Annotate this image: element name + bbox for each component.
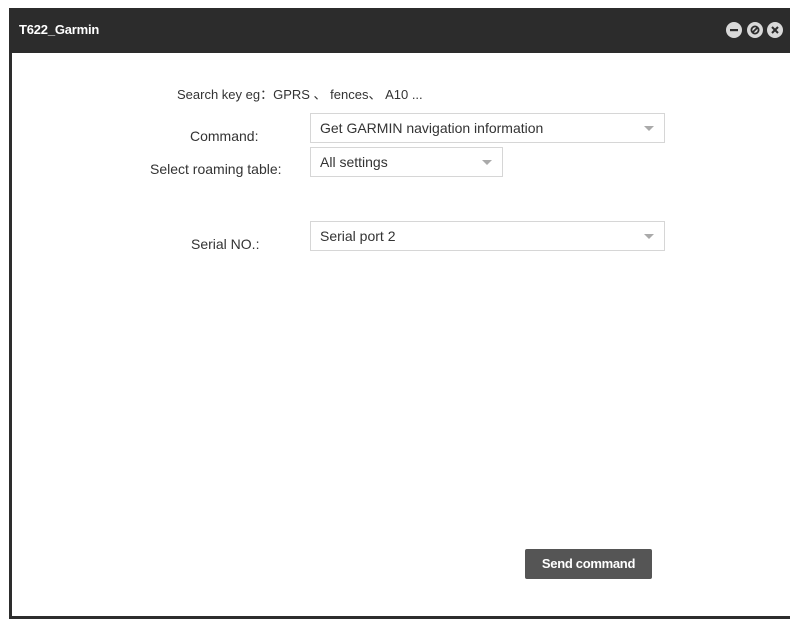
command-select[interactable]: Get GARMIN navigation information [310,113,665,143]
send-command-button[interactable]: Send command [525,549,652,579]
roaming-table-label: Select roaming table: [150,161,282,177]
search-hint: Search key eg：GPRS 、 fences、 A10 ... [177,87,423,102]
restore-icon[interactable] [747,22,763,38]
chevron-down-icon [644,234,654,239]
chevron-down-icon [482,160,492,165]
chevron-down-icon [644,126,654,131]
serial-select[interactable]: Serial port 2 [310,221,665,251]
title-bar[interactable]: T622_Garmin [9,8,790,53]
serial-label: Serial NO.: [191,236,260,252]
roaming-table-select-value: All settings [320,154,388,170]
close-icon[interactable] [767,22,783,38]
serial-select-value: Serial port 2 [320,228,396,244]
dialog-window: T622_Garmin Search key eg：GPRS 、 fences、… [9,8,790,619]
window-title: T622_Garmin [19,22,100,37]
command-label: Command: [190,128,259,144]
roaming-table-select[interactable]: All settings [310,147,503,177]
command-select-value: Get GARMIN navigation information [320,120,544,136]
minimize-icon[interactable] [726,22,742,38]
